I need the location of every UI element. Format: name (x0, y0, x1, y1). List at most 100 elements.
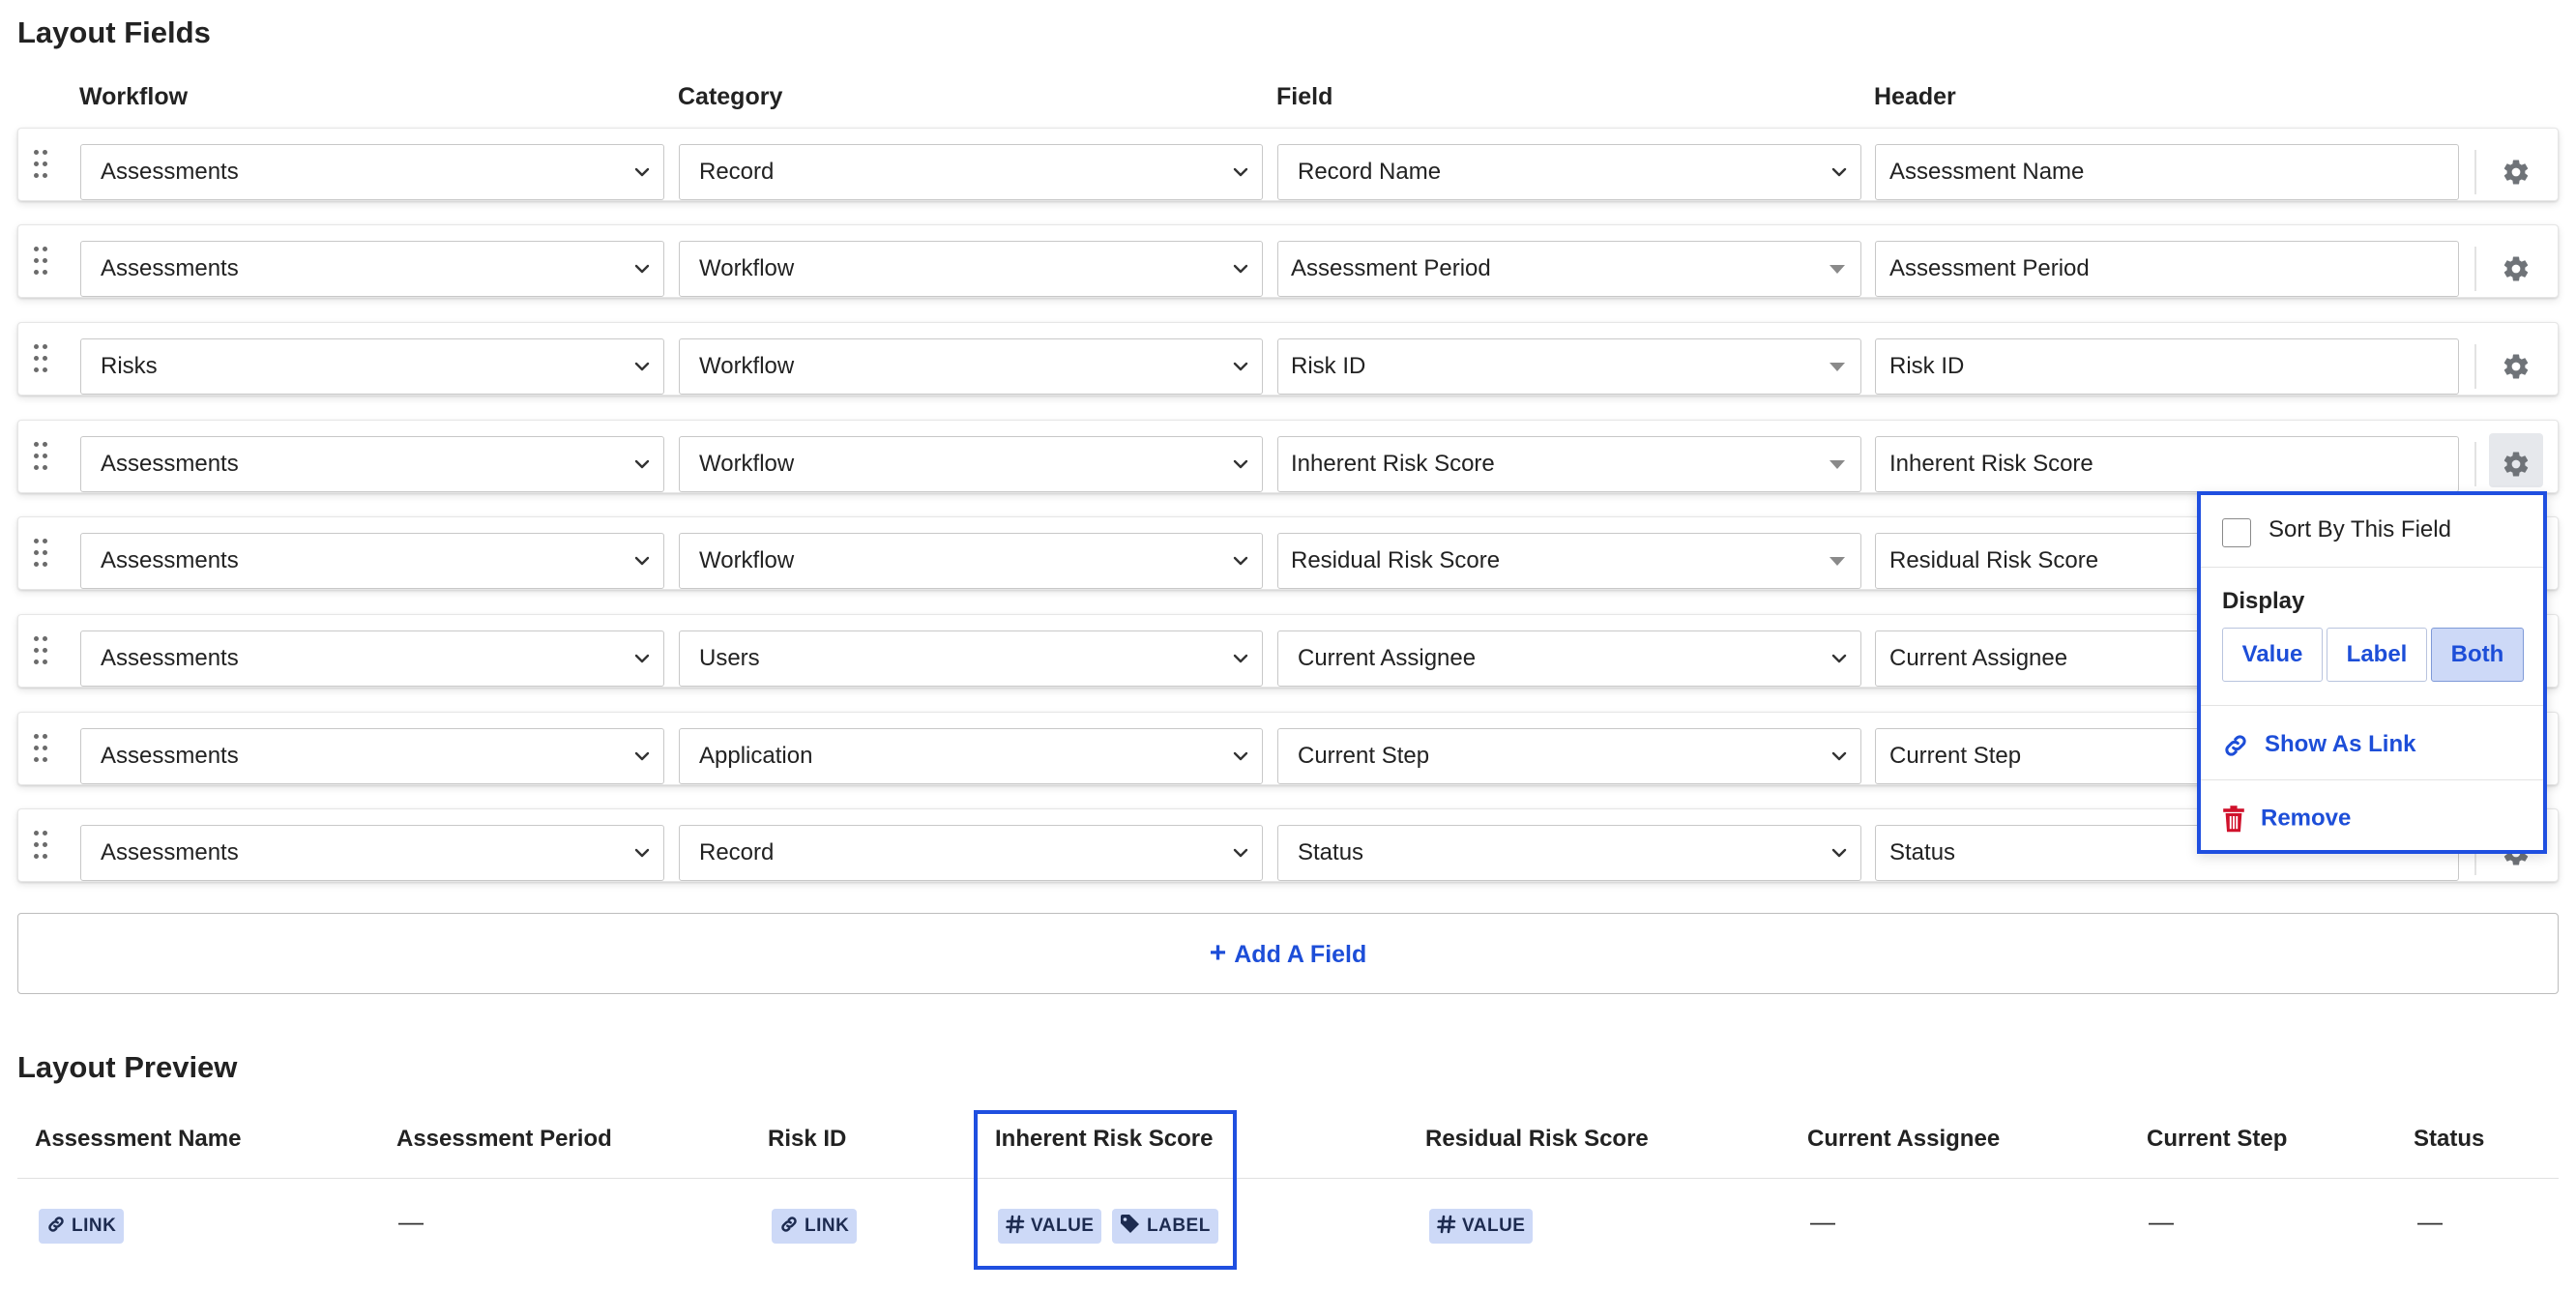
chevron-down-icon (1831, 751, 1847, 761)
workflow-value: Assessments (101, 547, 239, 573)
chevron-down-icon (634, 167, 650, 177)
category-select[interactable]: Record (679, 144, 1263, 200)
display-label: Display (2222, 588, 2305, 614)
field-select[interactable]: Risk ID (1277, 338, 1861, 395)
chevron-down-icon (1233, 751, 1248, 761)
field-value: Status (1298, 839, 1364, 865)
category-select[interactable]: Workflow (679, 436, 1263, 492)
category-select[interactable]: Workflow (679, 338, 1263, 395)
header-input[interactable]: Inherent Risk Score (1875, 436, 2459, 492)
preview-empty-value: — (398, 1207, 424, 1236)
workflow-value: Assessments (101, 451, 239, 477)
preview-empty-value: — (1810, 1207, 1835, 1236)
preview-empty-value: — (2149, 1207, 2174, 1236)
preview-header-residual-risk-score: Residual Risk Score (1425, 1126, 1649, 1152)
field-select[interactable]: Inherent Risk Score (1277, 436, 1861, 492)
header-input[interactable]: Assessment Period (1875, 241, 2459, 297)
add-field-label: Add A Field (1234, 941, 1367, 968)
field-select[interactable]: Status (1277, 825, 1861, 881)
workflow-select[interactable]: Assessments (80, 533, 664, 589)
gear-icon[interactable] (2502, 352, 2531, 381)
field-select[interactable]: Current Step (1277, 728, 1861, 784)
category-select[interactable]: Users (679, 630, 1263, 687)
workflow-select[interactable]: Assessments (80, 241, 664, 297)
drag-handle-icon[interactable] (34, 539, 53, 570)
drag-handle-icon[interactable] (34, 344, 53, 375)
field-row: Assessments Workflow Residual Risk Score Re… (17, 516, 2559, 590)
header-value: Assessment Period (1889, 255, 2090, 281)
header-input[interactable]: Risk ID (1875, 338, 2459, 395)
chevron-down-icon (1233, 848, 1248, 858)
chevron-down-icon (634, 848, 650, 858)
preview-header-current-assignee: Current Assignee (1807, 1126, 2001, 1152)
workflow-select[interactable]: Assessments (80, 630, 664, 687)
header-input[interactable]: Assessment Name (1875, 144, 2459, 200)
category-value: Record (699, 159, 775, 185)
remove-button[interactable]: Remove (2222, 805, 2351, 834)
gear-icon[interactable] (2502, 158, 2531, 187)
display-label-button[interactable]: Label (2327, 628, 2427, 682)
trash-icon (2223, 806, 2244, 833)
preview-highlight-box (974, 1110, 1237, 1270)
chevron-down-icon (634, 362, 650, 371)
field-value: Assessment Period (1291, 255, 1491, 281)
workflow-select[interactable]: Assessments (80, 436, 664, 492)
header-value: Inherent Risk Score (1889, 451, 2093, 477)
gear-icon[interactable] (2502, 450, 2531, 479)
remove-label: Remove (2261, 805, 2352, 832)
workflow-select[interactable]: Assessments (80, 144, 664, 200)
field-options-popover: Sort By This Field Display Value Label B… (2197, 491, 2547, 854)
link-icon (781, 1217, 797, 1232)
display-both-button[interactable]: Both (2431, 628, 2524, 682)
drag-handle-icon[interactable] (34, 831, 53, 862)
chevron-down-icon (1233, 264, 1248, 274)
category-select[interactable]: Workflow (679, 241, 1263, 297)
category-value: Record (699, 839, 775, 865)
sort-checkbox[interactable] (2222, 518, 2251, 547)
drag-handle-icon[interactable] (34, 636, 53, 667)
workflow-select[interactable]: Risks (80, 338, 664, 395)
preview-empty-value: — (2417, 1207, 2443, 1236)
chevron-down-icon (634, 264, 650, 274)
category-select[interactable]: Application (679, 728, 1263, 784)
category-select[interactable]: Record (679, 825, 1263, 881)
dropdown-caret-icon (1830, 460, 1845, 469)
header-value: Current Assignee (1889, 645, 2068, 671)
drag-handle-icon[interactable] (34, 734, 53, 765)
add-field-button[interactable]: + Add A Field (17, 913, 2559, 994)
workflow-select[interactable]: Assessments (80, 728, 664, 784)
header-value: Current Step (1889, 743, 2022, 769)
preview-header-assessment-name: Assessment Name (35, 1126, 242, 1152)
drag-handle-icon[interactable] (34, 150, 53, 181)
show-as-link-button[interactable]: Show As Link (2222, 731, 2415, 759)
dropdown-caret-icon (1830, 557, 1845, 566)
show-as-link-label: Show As Link (2265, 731, 2416, 757)
chevron-down-icon (634, 459, 650, 469)
chevron-down-icon (1233, 362, 1248, 371)
drag-handle-icon[interactable] (34, 247, 53, 278)
workflow-value: Assessments (101, 159, 239, 185)
preview-value-chip: VALUE (1429, 1209, 1534, 1244)
dropdown-caret-icon (1830, 363, 1845, 371)
chevron-down-icon (634, 556, 650, 566)
dropdown-caret-icon (1830, 265, 1845, 274)
field-row: Assessments Workflow Assessment Period Asse… (17, 224, 2559, 298)
field-select[interactable]: Current Assignee (1277, 630, 1861, 687)
field-select[interactable]: Residual Risk Score (1277, 533, 1861, 589)
field-value: Risk ID (1291, 353, 1366, 379)
gear-icon[interactable] (2502, 254, 2531, 283)
header-value: Risk ID (1889, 353, 1965, 379)
workflow-value: Risks (101, 353, 158, 379)
category-value: Workflow (699, 353, 795, 379)
category-select[interactable]: Workflow (679, 533, 1263, 589)
field-value: Current Assignee (1298, 645, 1477, 671)
field-row: Assessments Users Current Assignee Current … (17, 614, 2559, 688)
drag-handle-icon[interactable] (34, 442, 53, 473)
field-select[interactable]: Record Name (1277, 144, 1861, 200)
workflow-select[interactable]: Assessments (80, 825, 664, 881)
field-row: Assessments Workflow Inherent Risk Score In… (17, 420, 2559, 493)
chevron-down-icon (1831, 654, 1847, 663)
display-value-button[interactable]: Value (2222, 628, 2323, 682)
chevron-down-icon (634, 751, 650, 761)
field-select[interactable]: Assessment Period (1277, 241, 1861, 297)
